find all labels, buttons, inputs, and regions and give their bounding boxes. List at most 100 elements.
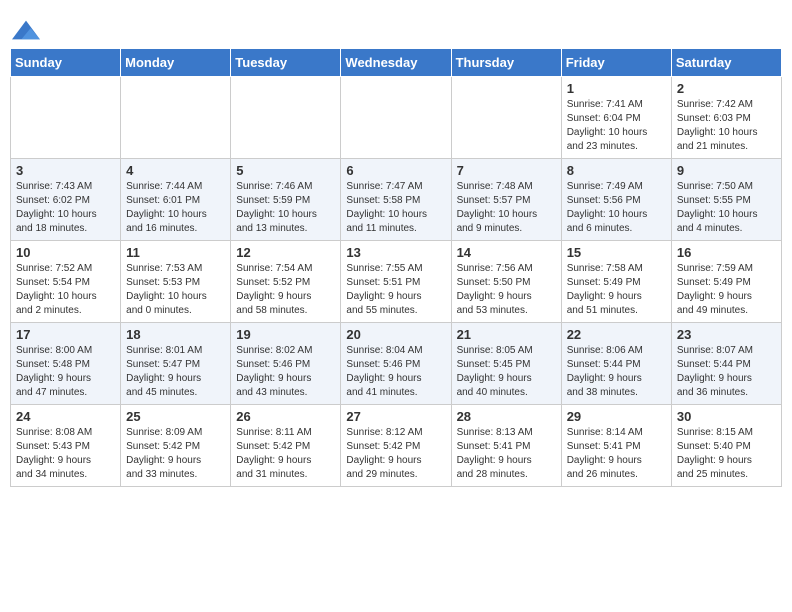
day-info: Sunrise: 7:53 AM Sunset: 5:53 PM Dayligh… (126, 262, 225, 318)
weekday-header-monday: Monday (121, 49, 231, 77)
day-number: 12 (236, 245, 335, 260)
calendar-week-row: 17Sunrise: 8:00 AM Sunset: 5:48 PM Dayli… (11, 323, 782, 405)
day-info: Sunrise: 7:42 AM Sunset: 6:03 PM Dayligh… (677, 98, 776, 154)
calendar-week-row: 1 Sunrise: 7:41 AM Sunset: 6:04 PM Daylig… (11, 77, 782, 159)
calendar-cell: 25 Sunrise: 8:09 AM Sunset: 5:42 PM Dayli… (121, 405, 231, 487)
calendar-cell: 27 Sunrise: 8:12 AM Sunset: 5:42 PM Dayli… (341, 405, 451, 487)
day-info: Sunrise: 7:47 AM Sunset: 5:58 PM Dayligh… (346, 180, 445, 236)
day-number: 2 (677, 81, 776, 96)
day-number: 22 (567, 327, 666, 342)
calendar-table: SundayMondayTuesdayWednesdayThursdayFrid… (10, 48, 782, 487)
calendar-cell: 1 Sunrise: 7:41 AM Sunset: 6:04 PM Daylig… (561, 77, 671, 159)
day-info: Sunrise: 7:48 AM Sunset: 5:57 PM Dayligh… (457, 180, 556, 236)
day-info: Sunrise: 8:09 AM Sunset: 5:42 PM Dayligh… (126, 426, 225, 482)
calendar-cell: 14 Sunrise: 7:56 AM Sunset: 5:50 PM Dayli… (451, 241, 561, 323)
calendar-cell: 15 Sunrise: 7:58 AM Sunset: 5:49 PM Dayli… (561, 241, 671, 323)
calendar-week-row: 10Sunrise: 7:52 AM Sunset: 5:54 PM Dayli… (11, 241, 782, 323)
calendar-cell: 23 Sunrise: 8:07 AM Sunset: 5:44 PM Dayli… (671, 323, 781, 405)
weekday-header-friday: Friday (561, 49, 671, 77)
calendar-cell: 13 Sunrise: 7:55 AM Sunset: 5:51 PM Dayli… (341, 241, 451, 323)
day-info: Sunrise: 7:49 AM Sunset: 5:56 PM Dayligh… (567, 180, 666, 236)
day-number: 19 (236, 327, 335, 342)
calendar-cell: 22Sunrise: 8:06 AM Sunset: 5:44 PM Dayli… (561, 323, 671, 405)
calendar-cell (11, 77, 121, 159)
day-number: 28 (457, 409, 556, 424)
day-info: Sunrise: 7:54 AM Sunset: 5:52 PM Dayligh… (236, 262, 335, 318)
day-info: Sunrise: 7:43 AM Sunset: 6:02 PM Dayligh… (16, 180, 115, 236)
weekday-header-tuesday: Tuesday (231, 49, 341, 77)
calendar-cell (341, 77, 451, 159)
day-info: Sunrise: 8:07 AM Sunset: 5:44 PM Dayligh… (677, 344, 776, 400)
calendar-cell: 28 Sunrise: 8:13 AM Sunset: 5:41 PM Dayli… (451, 405, 561, 487)
day-info: Sunrise: 7:41 AM Sunset: 6:04 PM Dayligh… (567, 98, 666, 154)
calendar-cell (121, 77, 231, 159)
weekday-header-sunday: Sunday (11, 49, 121, 77)
day-info: Sunrise: 8:12 AM Sunset: 5:42 PM Dayligh… (346, 426, 445, 482)
logo-text (10, 16, 40, 44)
day-number: 5 (236, 163, 335, 178)
day-info: Sunrise: 8:04 AM Sunset: 5:46 PM Dayligh… (346, 344, 445, 400)
day-info: Sunrise: 7:56 AM Sunset: 5:50 PM Dayligh… (457, 262, 556, 318)
calendar-cell: 16 Sunrise: 7:59 AM Sunset: 5:49 PM Dayli… (671, 241, 781, 323)
day-info: Sunrise: 7:55 AM Sunset: 5:51 PM Dayligh… (346, 262, 445, 318)
calendar-cell: 5 Sunrise: 7:46 AM Sunset: 5:59 PM Daylig… (231, 159, 341, 241)
calendar-cell: 24 Sunrise: 8:08 AM Sunset: 5:43 PM Dayli… (11, 405, 121, 487)
day-info: Sunrise: 7:58 AM Sunset: 5:49 PM Dayligh… (567, 262, 666, 318)
day-number: 15 (567, 245, 666, 260)
day-number: 16 (677, 245, 776, 260)
day-info: Sunrise: 7:59 AM Sunset: 5:49 PM Dayligh… (677, 262, 776, 318)
calendar-week-row: 3 Sunrise: 7:43 AM Sunset: 6:02 PM Daylig… (11, 159, 782, 241)
calendar-cell (451, 77, 561, 159)
calendar-week-row: 24 Sunrise: 8:08 AM Sunset: 5:43 PM Dayli… (11, 405, 782, 487)
day-number: 26 (236, 409, 335, 424)
calendar-cell: 18Sunrise: 8:01 AM Sunset: 5:47 PM Dayli… (121, 323, 231, 405)
calendar-cell: 8 Sunrise: 7:49 AM Sunset: 5:56 PM Daylig… (561, 159, 671, 241)
day-info: Sunrise: 7:44 AM Sunset: 6:01 PM Dayligh… (126, 180, 225, 236)
day-number: 13 (346, 245, 445, 260)
day-info: Sunrise: 7:46 AM Sunset: 5:59 PM Dayligh… (236, 180, 335, 236)
day-number: 8 (567, 163, 666, 178)
calendar-cell: 6Sunrise: 7:47 AM Sunset: 5:58 PM Daylig… (341, 159, 451, 241)
calendar-cell: 17Sunrise: 8:00 AM Sunset: 5:48 PM Dayli… (11, 323, 121, 405)
day-number: 9 (677, 163, 776, 178)
calendar-cell (231, 77, 341, 159)
day-info: Sunrise: 8:02 AM Sunset: 5:46 PM Dayligh… (236, 344, 335, 400)
day-number: 3 (16, 163, 115, 178)
day-number: 30 (677, 409, 776, 424)
logo (10, 16, 40, 40)
day-number: 27 (346, 409, 445, 424)
day-number: 25 (126, 409, 225, 424)
day-info: Sunrise: 8:15 AM Sunset: 5:40 PM Dayligh… (677, 426, 776, 482)
calendar-cell: 9 Sunrise: 7:50 AM Sunset: 5:55 PM Daylig… (671, 159, 781, 241)
calendar-cell: 21Sunrise: 8:05 AM Sunset: 5:45 PM Dayli… (451, 323, 561, 405)
day-number: 24 (16, 409, 115, 424)
calendar-cell: 4 Sunrise: 7:44 AM Sunset: 6:01 PM Daylig… (121, 159, 231, 241)
day-info: Sunrise: 8:13 AM Sunset: 5:41 PM Dayligh… (457, 426, 556, 482)
day-number: 20 (346, 327, 445, 342)
calendar-cell: 20 Sunrise: 8:04 AM Sunset: 5:46 PM Dayli… (341, 323, 451, 405)
calendar-cell: 12 Sunrise: 7:54 AM Sunset: 5:52 PM Dayli… (231, 241, 341, 323)
calendar-cell: 30 Sunrise: 8:15 AM Sunset: 5:40 PM Dayli… (671, 405, 781, 487)
calendar-header-row: SundayMondayTuesdayWednesdayThursdayFrid… (11, 49, 782, 77)
day-info: Sunrise: 8:00 AM Sunset: 5:48 PM Dayligh… (16, 344, 115, 400)
day-number: 14 (457, 245, 556, 260)
calendar-cell: 7Sunrise: 7:48 AM Sunset: 5:57 PM Daylig… (451, 159, 561, 241)
day-number: 10 (16, 245, 115, 260)
calendar-cell: 10Sunrise: 7:52 AM Sunset: 5:54 PM Dayli… (11, 241, 121, 323)
day-info: Sunrise: 7:50 AM Sunset: 5:55 PM Dayligh… (677, 180, 776, 236)
calendar-cell: 26 Sunrise: 8:11 AM Sunset: 5:42 PM Dayli… (231, 405, 341, 487)
calendar-cell: 29Sunrise: 8:14 AM Sunset: 5:41 PM Dayli… (561, 405, 671, 487)
weekday-header-wednesday: Wednesday (341, 49, 451, 77)
calendar-cell: 3 Sunrise: 7:43 AM Sunset: 6:02 PM Daylig… (11, 159, 121, 241)
day-info: Sunrise: 8:14 AM Sunset: 5:41 PM Dayligh… (567, 426, 666, 482)
weekday-header-thursday: Thursday (451, 49, 561, 77)
page-header (10, 10, 782, 40)
weekday-header-saturday: Saturday (671, 49, 781, 77)
day-info: Sunrise: 8:11 AM Sunset: 5:42 PM Dayligh… (236, 426, 335, 482)
calendar-cell: 11Sunrise: 7:53 AM Sunset: 5:53 PM Dayli… (121, 241, 231, 323)
day-number: 18 (126, 327, 225, 342)
day-number: 23 (677, 327, 776, 342)
day-number: 4 (126, 163, 225, 178)
day-info: Sunrise: 8:08 AM Sunset: 5:43 PM Dayligh… (16, 426, 115, 482)
day-number: 1 (567, 81, 666, 96)
